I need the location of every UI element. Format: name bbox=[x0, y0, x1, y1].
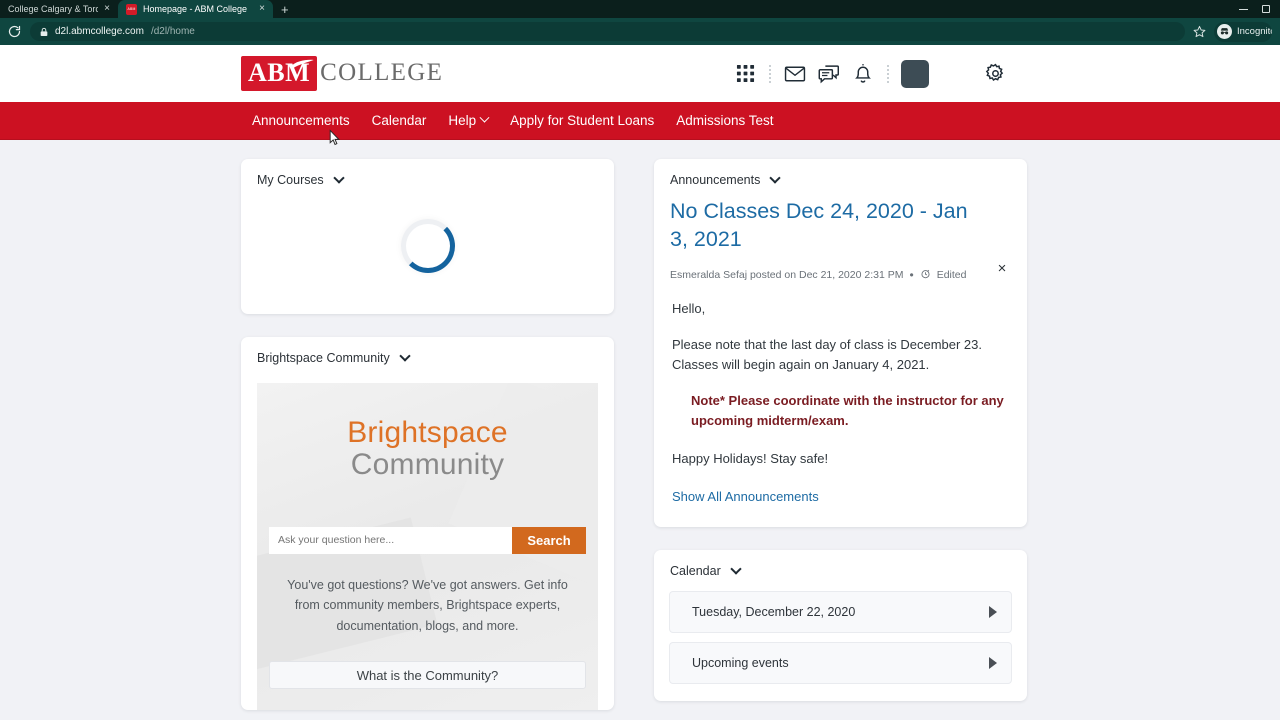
brightspace-community-title: Brightspace Community bbox=[257, 351, 390, 365]
omnibox-actions: Incognito bbox=[1193, 21, 1274, 42]
community-search-input[interactable] bbox=[269, 526, 512, 554]
calendar-row-today[interactable]: Tuesday, December 22, 2020 bbox=[669, 590, 1012, 633]
calendar-widget: Calendar Tuesday, December 22, 2020 Upco… bbox=[654, 549, 1027, 701]
gear-icon[interactable] bbox=[978, 57, 1012, 91]
community-search-row: Search bbox=[269, 526, 586, 554]
calendar-list: Tuesday, December 22, 2020 Upcoming even… bbox=[654, 578, 1027, 684]
chevron-right-icon bbox=[989, 656, 997, 669]
waffle-grid-icon[interactable] bbox=[728, 57, 762, 91]
announcement-body: Hello, Please note that the last day of … bbox=[654, 299, 1027, 507]
logo-line-community: Community bbox=[350, 447, 505, 481]
announcement-closing: Happy Holidays! Stay safe! bbox=[672, 450, 829, 466]
announcements-header: Announcements bbox=[654, 159, 1027, 187]
nav-label: Admissions Test bbox=[676, 113, 774, 128]
show-all-announcements-link[interactable]: Show All Announcements bbox=[672, 487, 1009, 507]
logo-badge: ABM bbox=[241, 56, 318, 91]
abm-college-logo[interactable]: ABM COLLEGE bbox=[241, 56, 444, 91]
url-host: d2l.abmcollege.com bbox=[55, 26, 144, 37]
new-tab-button[interactable]: + bbox=[273, 3, 297, 18]
nav-label: Announcements bbox=[252, 113, 350, 128]
reload-icon[interactable] bbox=[6, 24, 22, 40]
community-description: You've got questions? We've got answers.… bbox=[287, 577, 568, 633]
logo-line-brightspace: Brightspace bbox=[347, 416, 508, 449]
calendar-header: Calendar bbox=[654, 550, 1027, 578]
lock-icon bbox=[40, 27, 48, 36]
close-icon[interactable]: × bbox=[994, 261, 1010, 277]
icon-divider bbox=[769, 63, 771, 84]
calendar-title: Calendar bbox=[670, 563, 721, 578]
announcement-meta: Esmeralda Sefaj posted on Dec 21, 2020 2… bbox=[670, 267, 967, 282]
announcement-paragraph: Please note that the last day of class i… bbox=[672, 337, 983, 372]
page-root: ABM COLLEGE Announcements Calendar Help … bbox=[0, 45, 1280, 720]
left-column: My Courses Brightspace Community Brights… bbox=[241, 159, 614, 710]
nav-item-admissions-test[interactable]: Admissions Test bbox=[665, 113, 784, 128]
my-courses-header: My Courses bbox=[241, 159, 614, 187]
brightspace-community-widget: Brightspace Community Brightspace Commun… bbox=[241, 337, 614, 710]
logo-wordmark: COLLEGE bbox=[320, 59, 444, 87]
profile-incognito-chip[interactable]: Incognito bbox=[1214, 21, 1272, 42]
what-is-the-community-button[interactable]: What is the Community? bbox=[269, 661, 586, 690]
loading-spinner-icon bbox=[400, 218, 455, 273]
envelope-icon[interactable] bbox=[778, 57, 812, 91]
calendar-row-upcoming[interactable]: Upcoming events bbox=[669, 641, 1012, 684]
abm-favicon-icon bbox=[126, 3, 137, 15]
header-icon-group bbox=[728, 57, 1012, 91]
star-icon[interactable] bbox=[1193, 25, 1206, 38]
incognito-icon bbox=[1217, 24, 1232, 39]
nav-item-calendar[interactable]: Calendar bbox=[361, 113, 438, 128]
community-search-button[interactable]: Search bbox=[512, 526, 586, 554]
chevron-down-icon[interactable] bbox=[333, 172, 345, 184]
announcement-author-date: Esmeralda Sefaj posted on Dec 21, 2020 2… bbox=[670, 268, 904, 281]
announcement-headline[interactable]: No Classes Dec 24, 2020 - Jan 3, 2021 bbox=[654, 187, 1027, 254]
window-controls bbox=[1239, 0, 1276, 18]
icon-divider bbox=[887, 63, 889, 84]
announcement-note: Note* Please coordinate with the instruc… bbox=[691, 393, 1004, 429]
browser-tab-bar: College Calgary & Toronto × Homepage - A… bbox=[0, 0, 1280, 18]
bell-icon[interactable] bbox=[846, 57, 880, 91]
my-courses-widget: My Courses bbox=[241, 159, 614, 314]
nav-label: Apply for Student Loans bbox=[510, 113, 655, 128]
my-courses-title: My Courses bbox=[257, 173, 324, 187]
browser-tab-active[interactable]: Homepage - ABM College × bbox=[118, 0, 273, 18]
chevron-down-icon[interactable] bbox=[769, 172, 782, 184]
homepage-content: My Courses Brightspace Community Brights… bbox=[0, 140, 1280, 710]
announcement-edited-label: Edited bbox=[936, 268, 967, 281]
maximize-icon[interactable] bbox=[1262, 5, 1270, 13]
right-column: Announcements No Classes Dec 24, 2020 - … bbox=[654, 159, 1027, 710]
graduation-cap-icon bbox=[290, 60, 314, 69]
calendar-row-label: Upcoming events bbox=[692, 655, 789, 670]
nav-label: Calendar bbox=[371, 113, 427, 128]
profile-label: Incognito bbox=[1237, 26, 1272, 37]
address-bar[interactable]: d2l.abmcollege.com/d2l/home bbox=[30, 22, 1185, 41]
tab-title: College Calgary & Toronto bbox=[8, 4, 99, 14]
close-icon[interactable]: × bbox=[104, 4, 110, 14]
chevron-down-icon[interactable] bbox=[730, 562, 742, 575]
primary-navigation: Announcements Calendar Help Apply for St… bbox=[0, 102, 1280, 140]
nav-item-help[interactable]: Help bbox=[437, 112, 499, 128]
nav-item-announcements[interactable]: Announcements bbox=[241, 113, 361, 128]
nav-label: Help bbox=[448, 113, 477, 128]
browser-toolbar: d2l.abmcollege.com/d2l/home Incognito bbox=[0, 18, 1280, 45]
calendar-row-label: Tuesday, December 22, 2020 bbox=[692, 604, 856, 619]
announcements-widget: Announcements No Classes Dec 24, 2020 - … bbox=[654, 159, 1027, 527]
chat-icon[interactable] bbox=[812, 57, 846, 91]
brightspace-community-panel: Brightspace Community Search You've got … bbox=[257, 383, 598, 710]
announcement-paragraph: Hello, bbox=[672, 300, 706, 316]
site-header: ABM COLLEGE bbox=[0, 45, 1280, 102]
close-icon[interactable]: × bbox=[259, 4, 265, 14]
brightspace-community-header: Brightspace Community bbox=[241, 337, 614, 365]
tab-title: Homepage - ABM College bbox=[143, 4, 248, 14]
chevron-right-icon bbox=[989, 605, 997, 618]
browser-tab-inactive[interactable]: College Calgary & Toronto × bbox=[0, 0, 118, 18]
minimize-icon[interactable] bbox=[1239, 8, 1248, 10]
edited-clock-icon bbox=[920, 268, 931, 282]
avatar[interactable] bbox=[901, 59, 929, 88]
announcements-title: Announcements bbox=[670, 173, 761, 187]
url-path: /d2l/home bbox=[150, 26, 195, 37]
chevron-down-icon[interactable] bbox=[399, 350, 411, 362]
chevron-down-icon bbox=[479, 112, 490, 123]
brightspace-community-logo: Brightspace Community bbox=[257, 383, 598, 481]
nav-item-apply-student-loans[interactable]: Apply for Student Loans bbox=[499, 113, 665, 128]
